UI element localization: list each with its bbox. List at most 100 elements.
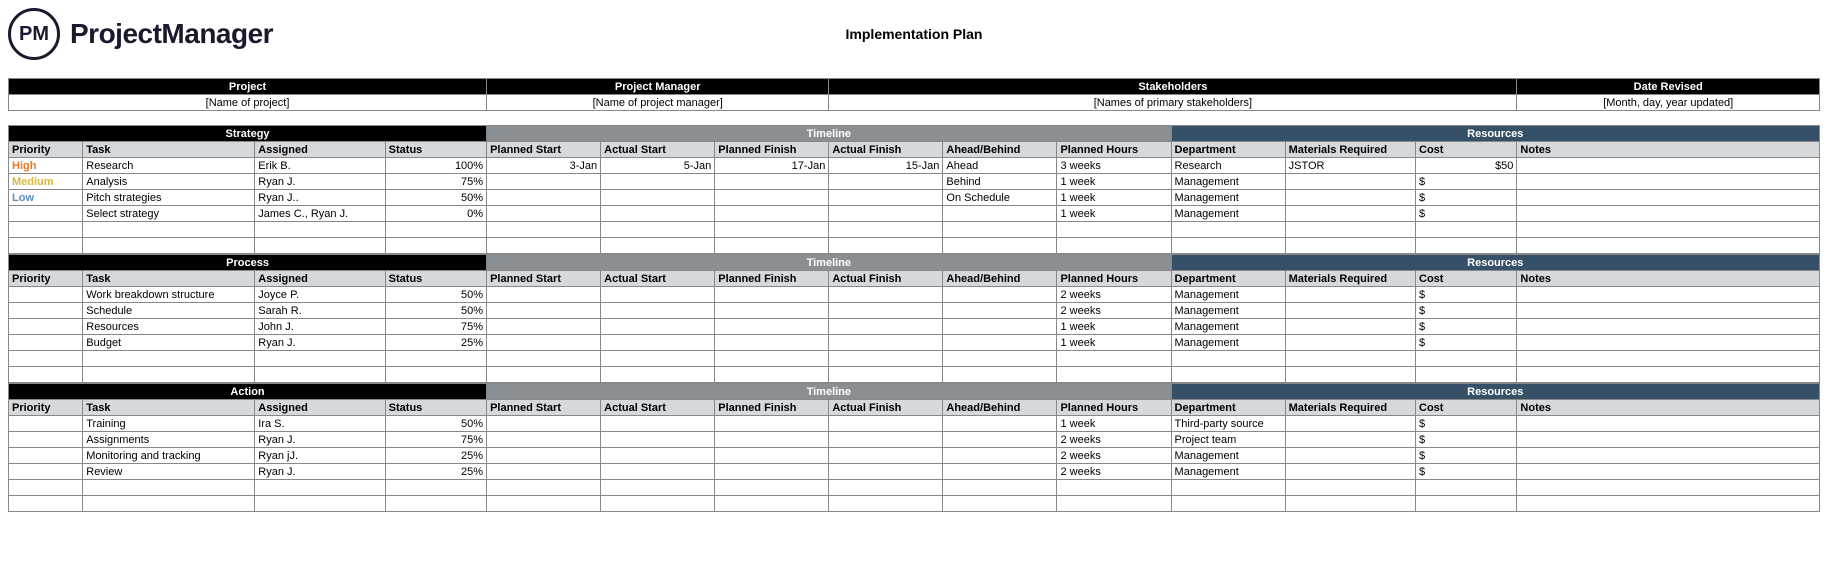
empty-cell[interactable] bbox=[601, 496, 715, 512]
cell-planned-start[interactable] bbox=[487, 190, 601, 206]
empty-cell[interactable] bbox=[829, 367, 943, 383]
empty-cell[interactable] bbox=[1416, 351, 1517, 367]
cell-planned-hours[interactable]: 2 weeks bbox=[1057, 303, 1171, 319]
cell-materials[interactable] bbox=[1285, 464, 1415, 480]
cell-ahead-behind[interactable] bbox=[943, 206, 1057, 222]
cell-materials[interactable]: JSTOR bbox=[1285, 158, 1415, 174]
empty-cell[interactable] bbox=[715, 480, 829, 496]
empty-cell[interactable] bbox=[1057, 367, 1171, 383]
cell-actual-start[interactable] bbox=[601, 303, 715, 319]
cell-task[interactable]: Assignments bbox=[83, 432, 255, 448]
cell-cost[interactable]: $ bbox=[1416, 416, 1517, 432]
empty-cell[interactable] bbox=[1285, 496, 1415, 512]
empty-cell[interactable] bbox=[829, 222, 943, 238]
cell-cost[interactable]: $ bbox=[1416, 206, 1517, 222]
empty-cell[interactable] bbox=[1517, 480, 1820, 496]
cell-notes[interactable] bbox=[1517, 416, 1820, 432]
cell-planned-start[interactable] bbox=[487, 303, 601, 319]
cell-priority[interactable] bbox=[9, 416, 83, 432]
cell-actual-start[interactable] bbox=[601, 287, 715, 303]
cell-materials[interactable] bbox=[1285, 319, 1415, 335]
cell-assigned[interactable]: Erik B. bbox=[255, 158, 385, 174]
empty-cell[interactable] bbox=[385, 351, 486, 367]
cell-assigned[interactable]: Ryan jJ. bbox=[255, 448, 385, 464]
meta-val-date[interactable]: [Month, day, year updated] bbox=[1517, 95, 1820, 111]
cell-priority[interactable] bbox=[9, 432, 83, 448]
cell-planned-hours[interactable]: 1 week bbox=[1057, 190, 1171, 206]
cell-assigned[interactable]: James C., Ryan J. bbox=[255, 206, 385, 222]
cell-planned-start[interactable] bbox=[487, 174, 601, 190]
meta-val-stakeholders[interactable]: [Names of primary stakeholders] bbox=[829, 95, 1517, 111]
cell-planned-hours[interactable]: 1 week bbox=[1057, 416, 1171, 432]
empty-cell[interactable] bbox=[1517, 496, 1820, 512]
cell-actual-finish[interactable] bbox=[829, 448, 943, 464]
cell-planned-start[interactable] bbox=[487, 319, 601, 335]
cell-materials[interactable] bbox=[1285, 432, 1415, 448]
cell-actual-finish[interactable] bbox=[829, 206, 943, 222]
empty-cell[interactable] bbox=[1171, 480, 1285, 496]
cell-planned-finish[interactable] bbox=[715, 432, 829, 448]
cell-assigned[interactable]: John J. bbox=[255, 319, 385, 335]
empty-cell[interactable] bbox=[255, 496, 385, 512]
cell-task[interactable]: Schedule bbox=[83, 303, 255, 319]
empty-cell[interactable] bbox=[83, 367, 255, 383]
empty-cell[interactable] bbox=[1416, 238, 1517, 254]
cell-planned-start[interactable] bbox=[487, 206, 601, 222]
empty-cell[interactable] bbox=[1517, 222, 1820, 238]
empty-cell[interactable] bbox=[83, 480, 255, 496]
cell-cost[interactable]: $ bbox=[1416, 287, 1517, 303]
cell-assigned[interactable]: Ryan J.. bbox=[255, 190, 385, 206]
empty-cell[interactable] bbox=[1171, 351, 1285, 367]
empty-cell[interactable] bbox=[829, 238, 943, 254]
cell-actual-start[interactable] bbox=[601, 319, 715, 335]
cell-cost[interactable]: $ bbox=[1416, 432, 1517, 448]
cell-notes[interactable] bbox=[1517, 448, 1820, 464]
cell-assigned[interactable]: Ira S. bbox=[255, 416, 385, 432]
cell-status[interactable]: 25% bbox=[385, 464, 486, 480]
cell-assigned[interactable]: Ryan J. bbox=[255, 432, 385, 448]
cell-department[interactable]: Third-party source bbox=[1171, 416, 1285, 432]
empty-cell[interactable] bbox=[829, 480, 943, 496]
cell-ahead-behind[interactable]: Behind bbox=[943, 174, 1057, 190]
cell-notes[interactable] bbox=[1517, 303, 1820, 319]
cell-assigned[interactable]: Ryan J. bbox=[255, 174, 385, 190]
empty-cell[interactable] bbox=[1057, 496, 1171, 512]
empty-cell[interactable] bbox=[255, 238, 385, 254]
cell-department[interactable]: Management bbox=[1171, 287, 1285, 303]
cell-actual-start[interactable] bbox=[601, 416, 715, 432]
cell-ahead-behind[interactable] bbox=[943, 464, 1057, 480]
cell-actual-finish[interactable] bbox=[829, 319, 943, 335]
cell-actual-finish[interactable] bbox=[829, 287, 943, 303]
cell-materials[interactable] bbox=[1285, 335, 1415, 351]
cell-actual-start[interactable] bbox=[601, 448, 715, 464]
empty-cell[interactable] bbox=[385, 367, 486, 383]
empty-cell[interactable] bbox=[943, 496, 1057, 512]
cell-priority[interactable] bbox=[9, 335, 83, 351]
empty-cell[interactable] bbox=[1057, 480, 1171, 496]
cell-planned-start[interactable] bbox=[487, 335, 601, 351]
cell-cost[interactable]: $ bbox=[1416, 319, 1517, 335]
cell-planned-hours[interactable]: 1 week bbox=[1057, 319, 1171, 335]
cell-notes[interactable] bbox=[1517, 319, 1820, 335]
cell-task[interactable]: Budget bbox=[83, 335, 255, 351]
cell-priority[interactable] bbox=[9, 287, 83, 303]
empty-cell[interactable] bbox=[1416, 480, 1517, 496]
cell-notes[interactable] bbox=[1517, 432, 1820, 448]
cell-assigned[interactable]: Ryan J. bbox=[255, 464, 385, 480]
empty-cell[interactable] bbox=[1057, 222, 1171, 238]
cell-department[interactable]: Management bbox=[1171, 335, 1285, 351]
empty-cell[interactable] bbox=[255, 367, 385, 383]
cell-status[interactable]: 50% bbox=[385, 303, 486, 319]
empty-cell[interactable] bbox=[1517, 238, 1820, 254]
cell-department[interactable]: Management bbox=[1171, 206, 1285, 222]
cell-planned-finish[interactable] bbox=[715, 287, 829, 303]
cell-planned-start[interactable] bbox=[487, 416, 601, 432]
cell-planned-start[interactable] bbox=[487, 432, 601, 448]
cell-planned-hours[interactable]: 3 weeks bbox=[1057, 158, 1171, 174]
cell-task[interactable]: Review bbox=[83, 464, 255, 480]
cell-priority[interactable] bbox=[9, 303, 83, 319]
cell-ahead-behind[interactable] bbox=[943, 448, 1057, 464]
cell-actual-start[interactable] bbox=[601, 206, 715, 222]
empty-cell[interactable] bbox=[9, 351, 83, 367]
cell-task[interactable]: Monitoring and tracking bbox=[83, 448, 255, 464]
